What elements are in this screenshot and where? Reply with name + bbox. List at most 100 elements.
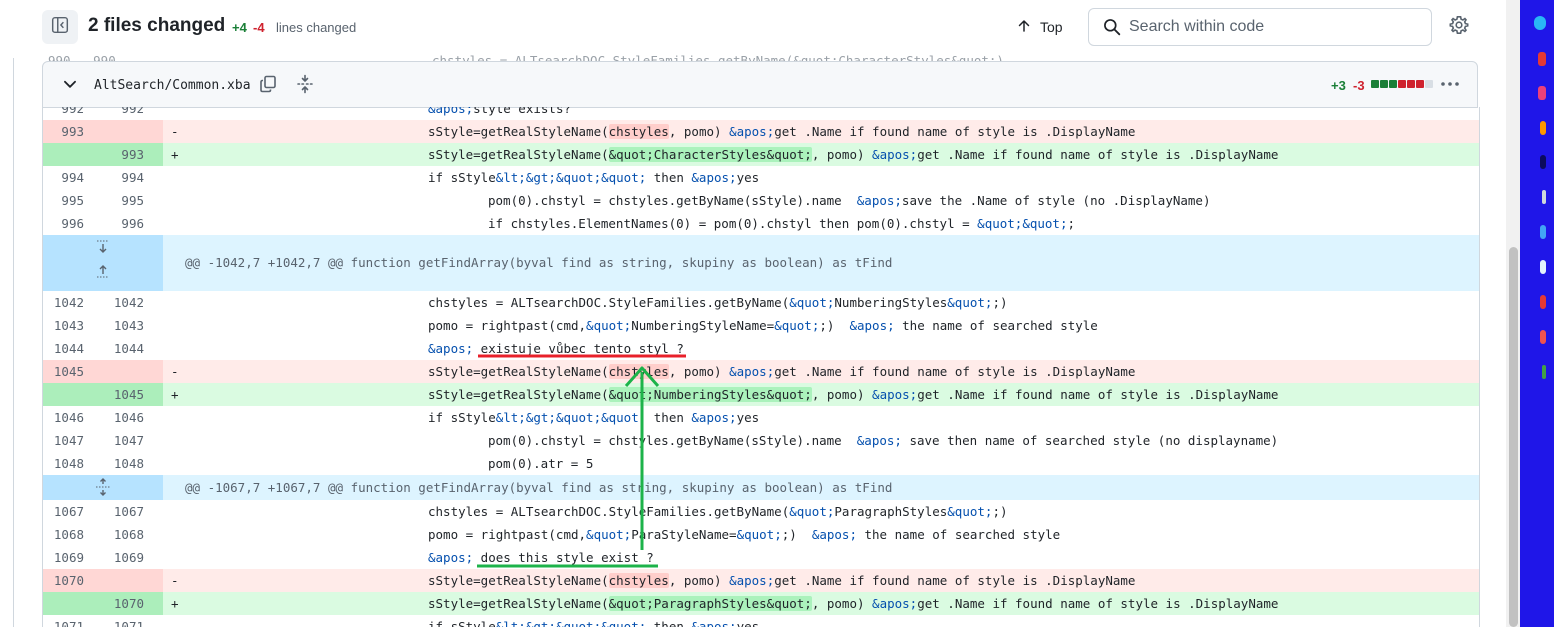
old-line-number[interactable]: 1042 — [43, 291, 84, 314]
old-line-number[interactable]: 1069 — [43, 546, 84, 569]
code-entity: &apos; — [856, 193, 902, 208]
search-app-icon[interactable] — [1540, 155, 1546, 169]
old-line-number[interactable]: 1047 — [43, 429, 84, 452]
code-entity: &quot; — [947, 295, 993, 310]
diffstat-square-added — [1389, 80, 1397, 88]
new-line-number[interactable]: 1067 — [84, 500, 144, 523]
code-entity: &apos; — [856, 433, 902, 448]
code-text: style exists? — [473, 107, 571, 116]
old-line-number[interactable]: 1071 — [43, 615, 84, 627]
edge-app-icon[interactable] — [1540, 260, 1546, 274]
games-icon[interactable] — [1538, 86, 1546, 100]
file-name[interactable]: AltSearch/Common.xba — [94, 78, 251, 93]
old-line-number[interactable]: 995 — [43, 189, 84, 212]
search-within-code[interactable] — [1088, 8, 1432, 46]
code-text: ;) — [819, 318, 850, 333]
context-line-row: 1069 1069 &apos; does this style exist ? — [43, 546, 1479, 569]
arrow-up-icon — [1016, 18, 1032, 37]
diff-sign: + — [171, 387, 179, 402]
file-header: AltSearch/Common.xba +3 -3 — [42, 61, 1478, 108]
browser-sidebar — [1520, 0, 1554, 627]
expand-up-icon[interactable] — [93, 263, 113, 279]
toggle-file-tree-button[interactable] — [42, 10, 78, 44]
hunk-header-text: @@ -1067,7 +1067,7 @@ function getFindAr… — [185, 480, 893, 495]
code-entity: &apos; — [872, 387, 918, 402]
new-line-number[interactable]: 992 — [84, 107, 144, 120]
old-line-number[interactable]: 1046 — [43, 406, 84, 429]
new-line-number[interactable]: 1068 — [84, 523, 144, 546]
old-line-number[interactable]: 1068 — [43, 523, 84, 546]
old-line-number[interactable]: 994 — [43, 166, 84, 189]
new-line-number[interactable]: 1045 — [84, 383, 144, 406]
new-line-number[interactable]: 994 — [84, 166, 144, 189]
code-entity: &apos; — [811, 527, 857, 542]
office-icon[interactable] — [1542, 190, 1546, 204]
code-text: sStyle=getRealStyleName( — [428, 364, 609, 379]
code-text: ParaStyleName= — [631, 527, 737, 542]
expand-both-icon[interactable] — [93, 478, 113, 496]
old-line-number[interactable]: 996 — [43, 212, 84, 235]
code-text: the name of searched style — [856, 527, 1061, 542]
code-line: &apos; does this style exist ? — [428, 546, 654, 569]
new-line-number[interactable]: 993 — [84, 143, 144, 166]
code-text: get .Name if found name of style is .Dis… — [917, 596, 1279, 611]
code-line: &apos;style exists? — [428, 107, 571, 120]
code-text: sStyle=getRealStyleName( — [428, 387, 609, 402]
shopping-icon[interactable] — [1538, 52, 1546, 66]
hunk-header-row: @@ -1067,7 +1067,7 @@ function getFindAr… — [43, 475, 1479, 500]
code-change-highlight: &quot;ParagraphStyles&quot; — [608, 596, 812, 611]
new-line-number[interactable]: 1043 — [84, 314, 144, 337]
new-line-number[interactable]: 995 — [84, 189, 144, 212]
new-line-number[interactable]: 1071 — [84, 615, 144, 627]
new-line-number[interactable]: 1047 — [84, 429, 144, 452]
mail-icon[interactable] — [1540, 225, 1546, 239]
code-line: chstyles = ALTsearchDOC.StyleFamilies.ge… — [428, 291, 1008, 314]
diff-header: 2 files changed +4 -4 lines changed Top — [0, 0, 1520, 58]
old-line-number[interactable]: 992 — [43, 107, 84, 120]
new-line-number[interactable]: 996 — [84, 212, 144, 235]
new-line-number[interactable]: 1046 — [84, 406, 144, 429]
old-line-number[interactable]: 993 — [43, 120, 84, 143]
old-line-number[interactable]: 1067 — [43, 500, 84, 523]
new-line-number[interactable]: 1044 — [84, 337, 144, 360]
chevron-down-icon[interactable] — [61, 75, 79, 98]
expand-down-icon[interactable] — [93, 239, 113, 255]
copilot-icon[interactable] — [1534, 16, 1546, 30]
copy-icon[interactable] — [258, 74, 278, 99]
diff-settings-button[interactable] — [1446, 14, 1472, 40]
code-line: &apos; existuje vůbec tento styl ? — [428, 337, 684, 360]
scrollbar-thumb[interactable] — [1509, 247, 1518, 627]
expand-all-icon[interactable] — [295, 74, 315, 99]
tools-icon[interactable] — [1540, 121, 1546, 135]
new-line-number[interactable]: 1042 — [84, 291, 144, 314]
code-text: , pomo) — [668, 124, 730, 139]
search-input[interactable] — [1129, 18, 1419, 36]
new-line-number[interactable]: 1070 — [84, 592, 144, 615]
old-line-number[interactable]: 1070 — [43, 569, 84, 592]
code-text: get .Name if found name of style is .Dis… — [774, 573, 1136, 588]
code-entity: &apos; — [872, 596, 918, 611]
code-entity: &quot; — [789, 504, 835, 519]
old-line-number[interactable]: 1048 — [43, 452, 84, 475]
app-green-icon[interactable] — [1542, 365, 1546, 379]
outlook-icon[interactable] — [1540, 295, 1546, 309]
new-line-number[interactable]: 1048 — [84, 452, 144, 475]
code-text: pom(0).chstyl = chstyles.getByName(sStyl… — [488, 193, 857, 208]
kebab-menu-icon[interactable] — [1438, 74, 1462, 99]
code-text: NumberingStyleName= — [631, 318, 775, 333]
code-line: pomo = rightpast(cmd,&quot;ParaStyleName… — [428, 523, 1060, 546]
context-line-row: 995 995 pom(0).chstyl = chstyles.getByName… — [43, 189, 1479, 212]
back-to-top-button[interactable]: Top — [1016, 14, 1063, 40]
app-red-icon[interactable] — [1540, 330, 1546, 344]
new-line-number[interactable]: 1069 — [84, 546, 144, 569]
diff-sign: + — [171, 147, 179, 162]
deleted-line-row: 1045 - sStyle=getRealStyleName(chstyles, p… — [43, 360, 1479, 383]
code-text: does this style exist ? — [473, 550, 654, 565]
file-additions: +3 — [1331, 78, 1346, 93]
code-text: if chstyles.ElementNames(0) = pom(0).chs… — [488, 216, 978, 231]
deleted-line-row: 1070 - sStyle=getRealStyleName(chstyles, p… — [43, 569, 1479, 592]
old-line-number[interactable]: 1045 — [43, 360, 84, 383]
code-entity: &quot; — [736, 527, 782, 542]
old-line-number[interactable]: 1044 — [43, 337, 84, 360]
old-line-number[interactable]: 1043 — [43, 314, 84, 337]
